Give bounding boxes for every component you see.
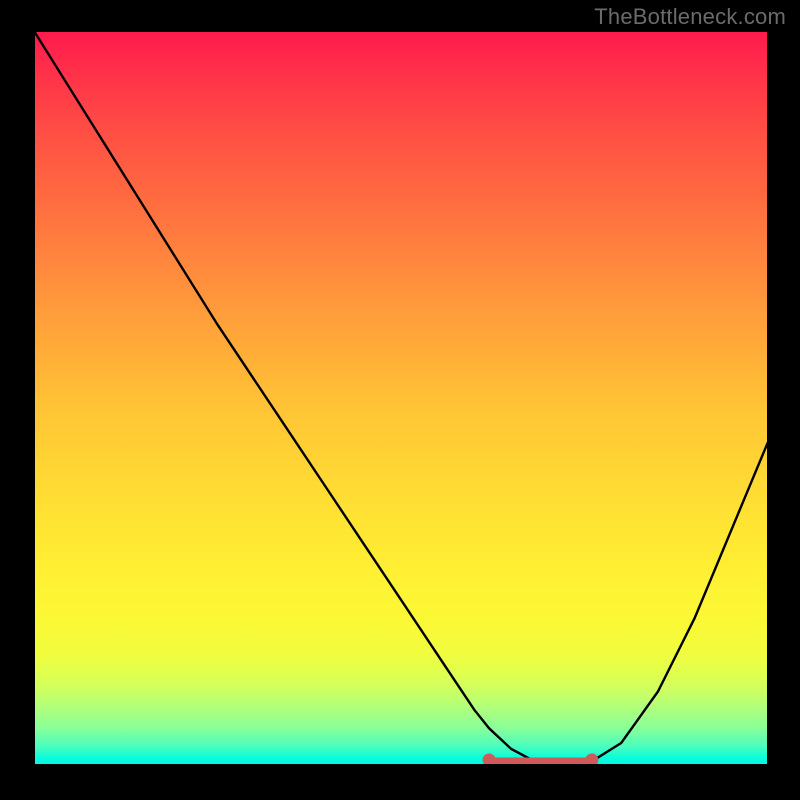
watermark-text: TheBottleneck.com <box>594 4 786 30</box>
bottleneck-curve <box>34 31 768 765</box>
chart-svg <box>34 31 768 765</box>
optimal-range-marker <box>483 754 599 766</box>
chart-plot-area <box>34 31 768 765</box>
